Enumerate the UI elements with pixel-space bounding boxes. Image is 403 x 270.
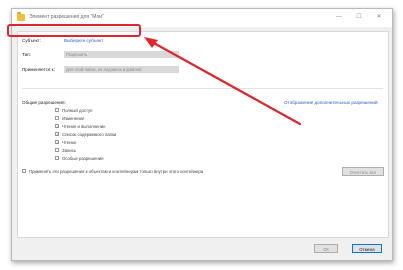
annotation-arrow <box>144 37 302 126</box>
